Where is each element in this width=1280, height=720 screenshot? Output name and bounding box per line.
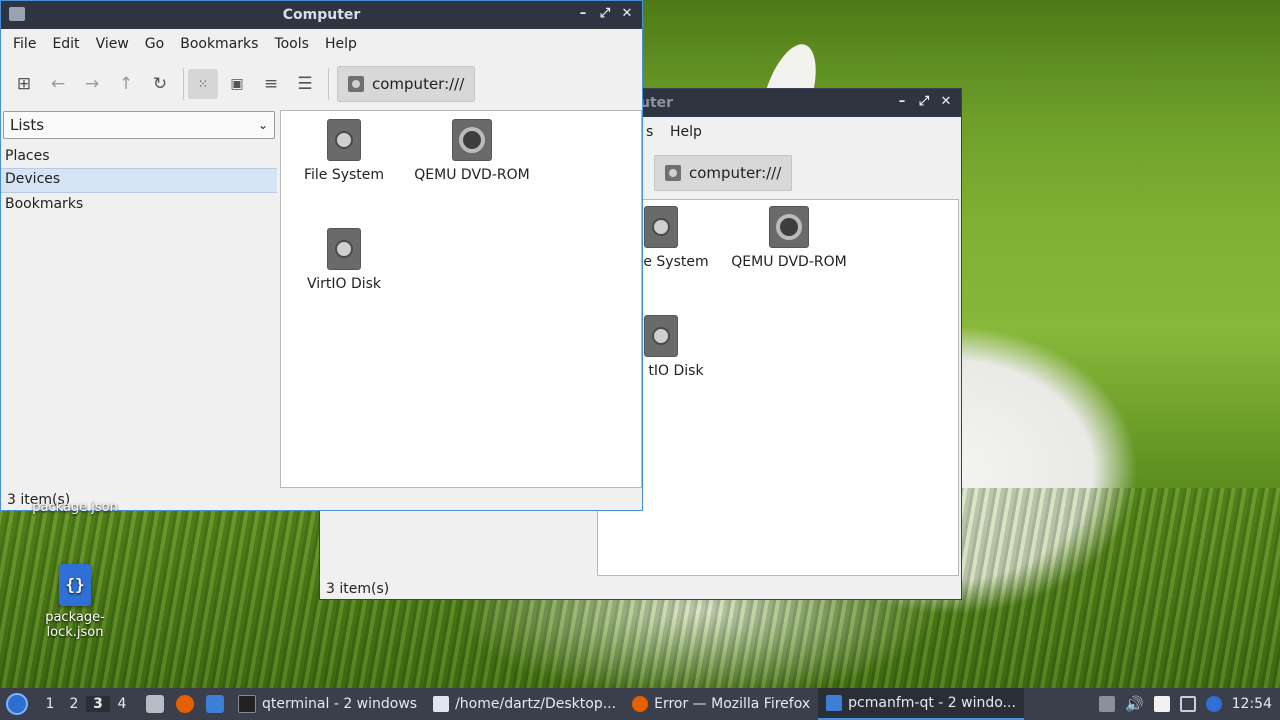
taskbar: 1 2 3 4 qterminal - 2 windows /home/dart…	[0, 688, 1280, 720]
side-list: Places Devices Bookmarks	[1, 145, 277, 216]
device-label: VirtIO Disk	[306, 276, 382, 292]
window-title: uter	[640, 95, 674, 111]
menu-bookmarks[interactable]: Bookmarks	[172, 36, 266, 52]
desktop-file-package-json[interactable]: package.json	[25, 500, 125, 515]
folder-icon	[9, 7, 25, 21]
terminal-icon	[238, 695, 256, 713]
tray-expand-icon[interactable]	[1098, 696, 1115, 712]
menu-item-help[interactable]: Help	[662, 124, 710, 140]
close-icon[interactable]: ✕	[618, 5, 636, 23]
minimize-icon[interactable]: –	[574, 5, 592, 23]
menu-tools[interactable]: Tools	[266, 36, 317, 52]
detail-view-icon[interactable]: ☰	[290, 69, 320, 99]
file-view[interactable]: File System QEMU DVD-ROM VirtIO Disk	[280, 110, 642, 488]
clock[interactable]: 12:54	[1232, 696, 1272, 712]
window-controls: – ⤢ ✕	[574, 5, 636, 23]
reload-icon[interactable]: ↻	[145, 69, 175, 99]
drive-icon	[327, 119, 361, 161]
menu-view[interactable]: View	[88, 36, 137, 52]
json-file-icon: {}	[59, 564, 91, 606]
workspace-1[interactable]: 1	[38, 696, 62, 712]
maximize-icon[interactable]: ⤢	[596, 5, 614, 23]
task-label: /home/dartz/Desktop...	[455, 696, 617, 712]
device-qemu-dvd-rom[interactable]: QEMU DVD-ROM	[407, 119, 537, 183]
device-label: QEMU DVD-ROM	[414, 167, 530, 183]
menu-help[interactable]: Help	[317, 36, 365, 52]
path-button[interactable]: computer:///	[337, 66, 476, 102]
side-item-devices[interactable]: Devices	[1, 168, 277, 193]
back-arrow-icon[interactable]: ←	[43, 69, 73, 99]
forward-arrow-icon[interactable]: →	[77, 69, 107, 99]
system-tray: 🔊 12:54	[1098, 688, 1272, 720]
firefox-icon	[632, 696, 649, 712]
toolbar-separator	[328, 68, 329, 100]
desktop-file-label: package.json	[32, 500, 118, 515]
device-label: QEMU DVD-ROM	[731, 254, 847, 270]
minimize-icon[interactable]: –	[893, 93, 911, 111]
path-label: computer:///	[372, 75, 465, 93]
icon-view-icon[interactable]: ⁙	[188, 69, 218, 99]
side-pane-mode-select[interactable]: Lists ⌄	[3, 111, 275, 139]
thumbnail-view-icon[interactable]: ▣	[222, 69, 252, 99]
device-label: File System	[303, 167, 385, 183]
clipboard-icon[interactable]	[1153, 696, 1170, 712]
optical-drive-icon	[769, 206, 809, 248]
side-item-places[interactable]: Places	[1, 145, 277, 168]
menu-file[interactable]: File	[5, 36, 44, 52]
task-label: Error — Mozilla Firefox	[654, 696, 811, 712]
window-controls: – ⤢ ✕	[893, 93, 955, 111]
computer-icon	[665, 165, 681, 181]
path-button[interactable]: computer:///	[654, 155, 793, 191]
show-desktop-icon[interactable]	[146, 695, 164, 713]
drive-icon	[644, 315, 678, 357]
workspace-2[interactable]: 2	[62, 696, 86, 712]
up-arrow-icon[interactable]: ↑	[111, 69, 141, 99]
menu-edit[interactable]: Edit	[44, 36, 87, 52]
text-editor-icon	[433, 696, 450, 712]
task-text-editor[interactable]: /home/dartz/Desktop...	[425, 688, 624, 720]
path-label: computer:///	[689, 164, 782, 182]
folder-icon	[826, 695, 843, 711]
notification-icon[interactable]	[1205, 696, 1222, 712]
side-pane-mode-value: Lists	[10, 116, 45, 134]
chevron-down-icon: ⌄	[257, 118, 268, 132]
file-manager-window-front[interactable]: Computer – ⤢ ✕ File Edit View Go Bookmar…	[0, 0, 643, 511]
volume-icon[interactable]: 🔊	[1125, 695, 1144, 713]
new-tab-icon[interactable]: ⊞	[9, 69, 39, 99]
compact-view-icon[interactable]: ≡	[256, 69, 286, 99]
task-firefox[interactable]: Error — Mozilla Firefox	[624, 688, 818, 720]
desktop-file-package-lock-json[interactable]: {} package-lock.json	[25, 564, 125, 640]
task-label: pcmanfm-qt - 2 windo...	[848, 695, 1016, 711]
network-icon[interactable]	[1179, 696, 1196, 712]
menubar: File Edit View Go Bookmarks Tools Help	[1, 29, 642, 59]
computer-icon	[348, 76, 364, 92]
menu-go[interactable]: Go	[137, 36, 172, 52]
firefox-icon[interactable]	[176, 695, 194, 713]
side-pane: Lists ⌄ Places Devices Bookmarks	[1, 109, 277, 488]
window-titlebar[interactable]: Computer – ⤢ ✕	[1, 1, 642, 29]
device-file-system[interactable]: File System	[281, 119, 409, 183]
workspace-3[interactable]: 3	[86, 696, 110, 712]
file-view[interactable]: e System QEMU DVD-ROM tIO Disk	[597, 199, 959, 576]
toolbar: ⊞ ← → ↑ ↻ ⁙ ▣ ≡ ☰ computer:///	[1, 59, 642, 109]
task-pcmanfm[interactable]: pcmanfm-qt - 2 windo...	[818, 688, 1024, 720]
window-title: Computer	[282, 7, 361, 23]
file-manager-icon[interactable]	[206, 695, 224, 713]
side-item-bookmarks[interactable]: Bookmarks	[1, 193, 277, 216]
workspace-4[interactable]: 4	[110, 696, 134, 712]
task-qterminal[interactable]: qterminal - 2 windows	[230, 688, 425, 720]
close-icon[interactable]: ✕	[937, 93, 955, 111]
status-bar: 3 item(s)	[326, 581, 390, 597]
drive-icon	[327, 228, 361, 270]
drive-icon	[644, 206, 678, 248]
desktop-file-label: package-lock.json	[45, 610, 105, 640]
start-menu-icon[interactable]	[6, 693, 28, 715]
optical-drive-icon	[452, 119, 492, 161]
device-virtio-disk[interactable]: VirtIO Disk	[281, 228, 409, 292]
device-qemu-dvd-rom[interactable]: QEMU DVD-ROM	[724, 206, 854, 270]
toolbar-separator	[183, 68, 184, 100]
maximize-icon[interactable]: ⤢	[915, 93, 933, 111]
task-label: qterminal - 2 windows	[262, 696, 418, 712]
